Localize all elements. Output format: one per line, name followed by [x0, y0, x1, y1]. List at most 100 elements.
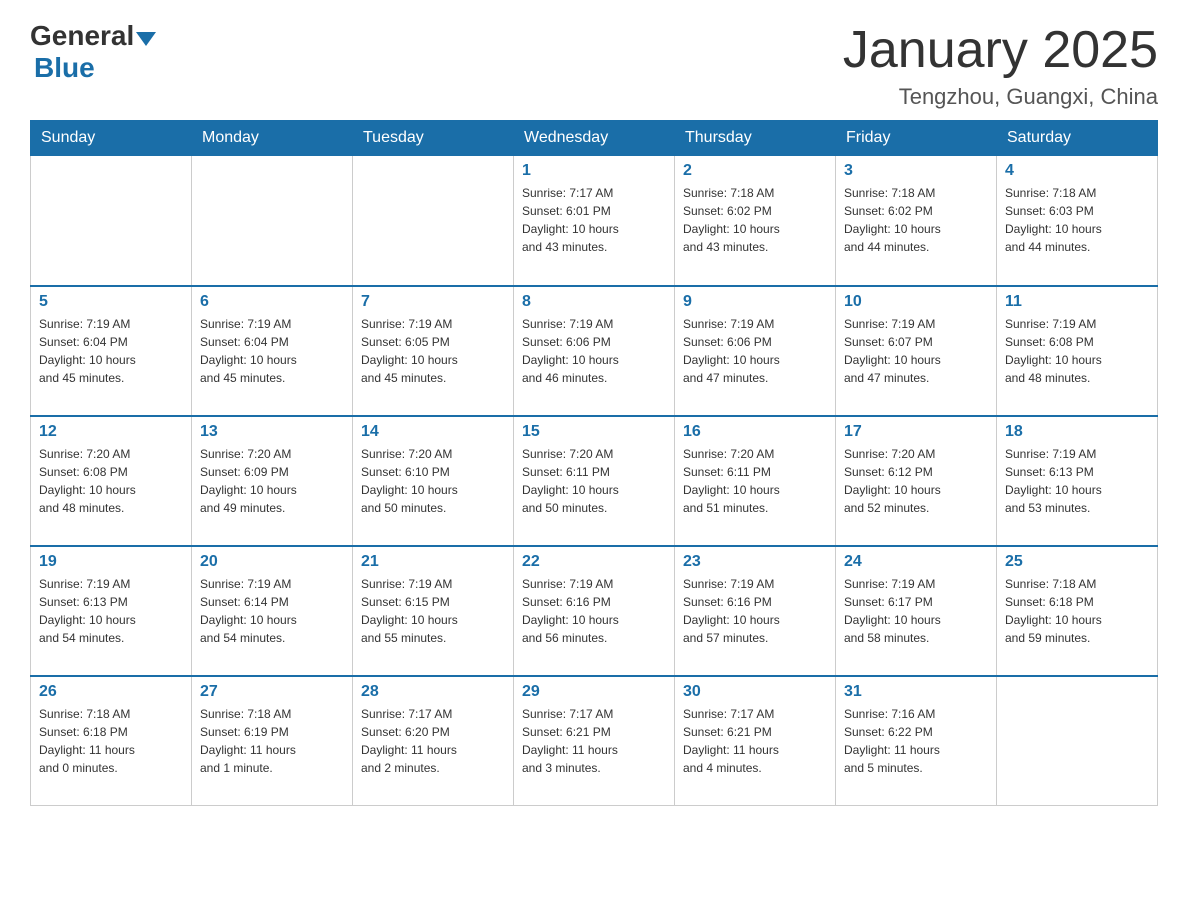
calendar-cell: 2 Sunrise: 7:18 AM Sunset: 6:02 PM Daylig… [675, 156, 836, 286]
title-block: January 2025 Tengzhou, Guangxi, China [843, 20, 1158, 110]
day-number: 14 [361, 423, 505, 441]
calendar-cell: 12 Sunrise: 7:20 AM Sunset: 6:08 PM Dayli… [31, 416, 192, 546]
calendar-cell: 24 Sunrise: 7:19 AM Sunset: 6:17 PM Dayli… [836, 546, 997, 676]
calendar-cell [192, 156, 353, 286]
day-info: Sunrise: 7:19 AM Sunset: 6:17 PM Dayligh… [844, 575, 988, 647]
day-number: 16 [683, 423, 827, 441]
day-info: Sunrise: 7:19 AM Sunset: 6:06 PM Dayligh… [522, 315, 666, 387]
day-number: 28 [361, 683, 505, 701]
calendar-cell: 29Sunrise: 7:17 AM Sunset: 6:21 PM Dayli… [514, 676, 675, 806]
day-number: 6 [200, 293, 344, 311]
calendar-cell: 31Sunrise: 7:16 AM Sunset: 6:22 PM Dayli… [836, 676, 997, 806]
day-info: Sunrise: 7:19 AM Sunset: 6:13 PM Dayligh… [1005, 445, 1149, 517]
day-number: 10 [844, 293, 988, 311]
day-number: 5 [39, 293, 183, 311]
day-info: Sunrise: 7:19 AM Sunset: 6:16 PM Dayligh… [522, 575, 666, 647]
logo: General Blue [30, 20, 156, 84]
calendar-cell: 26 Sunrise: 7:18 AM Sunset: 6:18 PM Dayli… [31, 676, 192, 806]
calendar-week-row: 12 Sunrise: 7:20 AM Sunset: 6:08 PM Dayli… [31, 416, 1158, 546]
calendar-cell: 3 Sunrise: 7:18 AM Sunset: 6:02 PM Daylig… [836, 156, 997, 286]
day-info: Sunrise: 7:18 AM Sunset: 6:03 PM Dayligh… [1005, 184, 1149, 256]
calendar-cell: 4 Sunrise: 7:18 AM Sunset: 6:03 PM Daylig… [997, 156, 1158, 286]
calendar-cell: 7 Sunrise: 7:19 AM Sunset: 6:05 PM Daylig… [353, 286, 514, 416]
calendar-week-row: 19Sunrise: 7:19 AM Sunset: 6:13 PM Dayli… [31, 546, 1158, 676]
calendar-cell: 15Sunrise: 7:20 AM Sunset: 6:11 PM Dayli… [514, 416, 675, 546]
day-number: 1 [522, 162, 666, 180]
day-info: Sunrise: 7:17 AM Sunset: 6:20 PM Dayligh… [361, 705, 505, 777]
day-number: 23 [683, 553, 827, 571]
calendar-cell [353, 156, 514, 286]
calendar-week-row: 5 Sunrise: 7:19 AM Sunset: 6:04 PM Daylig… [31, 286, 1158, 416]
calendar-cell: 28 Sunrise: 7:17 AM Sunset: 6:20 PM Dayli… [353, 676, 514, 806]
day-number: 25 [1005, 553, 1149, 571]
day-info: Sunrise: 7:19 AM Sunset: 6:06 PM Dayligh… [683, 315, 827, 387]
calendar-cell [997, 676, 1158, 806]
day-of-week-header: Sunday [31, 121, 192, 156]
calendar-cell: 5Sunrise: 7:19 AM Sunset: 6:04 PM Daylig… [31, 286, 192, 416]
day-info: Sunrise: 7:17 AM Sunset: 6:01 PM Dayligh… [522, 184, 666, 256]
day-info: Sunrise: 7:18 AM Sunset: 6:02 PM Dayligh… [844, 184, 988, 256]
day-info: Sunrise: 7:19 AM Sunset: 6:08 PM Dayligh… [1005, 315, 1149, 387]
day-number: 27 [200, 683, 344, 701]
calendar-cell: 20 Sunrise: 7:19 AM Sunset: 6:14 PM Dayli… [192, 546, 353, 676]
day-of-week-header: Friday [836, 121, 997, 156]
day-number: 13 [200, 423, 344, 441]
day-number: 29 [522, 683, 666, 701]
calendar-cell: 27Sunrise: 7:18 AM Sunset: 6:19 PM Dayli… [192, 676, 353, 806]
day-of-week-header: Tuesday [353, 121, 514, 156]
day-info: Sunrise: 7:19 AM Sunset: 6:04 PM Dayligh… [200, 315, 344, 387]
calendar-cell: 18 Sunrise: 7:19 AM Sunset: 6:13 PM Dayli… [997, 416, 1158, 546]
calendar-cell: 10 Sunrise: 7:19 AM Sunset: 6:07 PM Dayli… [836, 286, 997, 416]
day-number: 20 [200, 553, 344, 571]
logo-arrow-icon [136, 32, 156, 46]
day-info: Sunrise: 7:18 AM Sunset: 6:18 PM Dayligh… [1005, 575, 1149, 647]
day-of-week-header: Saturday [997, 121, 1158, 156]
calendar-cell: 21Sunrise: 7:19 AM Sunset: 6:15 PM Dayli… [353, 546, 514, 676]
day-info: Sunrise: 7:17 AM Sunset: 6:21 PM Dayligh… [683, 705, 827, 777]
day-info: Sunrise: 7:19 AM Sunset: 6:13 PM Dayligh… [39, 575, 183, 647]
day-number: 12 [39, 423, 183, 441]
day-number: 9 [683, 293, 827, 311]
calendar-cell: 30Sunrise: 7:17 AM Sunset: 6:21 PM Dayli… [675, 676, 836, 806]
day-info: Sunrise: 7:20 AM Sunset: 6:10 PM Dayligh… [361, 445, 505, 517]
day-info: Sunrise: 7:18 AM Sunset: 6:18 PM Dayligh… [39, 705, 183, 777]
day-of-week-header: Monday [192, 121, 353, 156]
day-info: Sunrise: 7:19 AM Sunset: 6:07 PM Dayligh… [844, 315, 988, 387]
calendar-cell: 17Sunrise: 7:20 AM Sunset: 6:12 PM Dayli… [836, 416, 997, 546]
day-number: 26 [39, 683, 183, 701]
calendar-cell: 23Sunrise: 7:19 AM Sunset: 6:16 PM Dayli… [675, 546, 836, 676]
calendar-cell: 9 Sunrise: 7:19 AM Sunset: 6:06 PM Daylig… [675, 286, 836, 416]
day-of-week-header: Wednesday [514, 121, 675, 156]
day-number: 11 [1005, 293, 1149, 311]
day-number: 24 [844, 553, 988, 571]
page-header: General Blue January 2025 Tengzhou, Guan… [30, 20, 1158, 110]
calendar-cell: 11 Sunrise: 7:19 AM Sunset: 6:08 PM Dayli… [997, 286, 1158, 416]
day-info: Sunrise: 7:19 AM Sunset: 6:05 PM Dayligh… [361, 315, 505, 387]
logo-general-text: General [30, 20, 134, 52]
day-number: 18 [1005, 423, 1149, 441]
day-info: Sunrise: 7:20 AM Sunset: 6:11 PM Dayligh… [522, 445, 666, 517]
day-number: 3 [844, 162, 988, 180]
day-number: 2 [683, 162, 827, 180]
day-info: Sunrise: 7:20 AM Sunset: 6:12 PM Dayligh… [844, 445, 988, 517]
day-info: Sunrise: 7:19 AM Sunset: 6:14 PM Dayligh… [200, 575, 344, 647]
calendar-week-row: 26 Sunrise: 7:18 AM Sunset: 6:18 PM Dayli… [31, 676, 1158, 806]
calendar-cell: 1 Sunrise: 7:17 AM Sunset: 6:01 PM Daylig… [514, 156, 675, 286]
day-info: Sunrise: 7:19 AM Sunset: 6:15 PM Dayligh… [361, 575, 505, 647]
calendar-cell: 6 Sunrise: 7:19 AM Sunset: 6:04 PM Daylig… [192, 286, 353, 416]
calendar-cell: 25 Sunrise: 7:18 AM Sunset: 6:18 PM Dayli… [997, 546, 1158, 676]
calendar-cell: 14 Sunrise: 7:20 AM Sunset: 6:10 PM Dayli… [353, 416, 514, 546]
day-number: 31 [844, 683, 988, 701]
day-number: 22 [522, 553, 666, 571]
location-title: Tengzhou, Guangxi, China [843, 84, 1158, 110]
day-number: 7 [361, 293, 505, 311]
calendar-cell: 13 Sunrise: 7:20 AM Sunset: 6:09 PM Dayli… [192, 416, 353, 546]
day-info: Sunrise: 7:18 AM Sunset: 6:02 PM Dayligh… [683, 184, 827, 256]
day-info: Sunrise: 7:20 AM Sunset: 6:11 PM Dayligh… [683, 445, 827, 517]
day-number: 8 [522, 293, 666, 311]
day-info: Sunrise: 7:20 AM Sunset: 6:08 PM Dayligh… [39, 445, 183, 517]
day-number: 4 [1005, 162, 1149, 180]
day-info: Sunrise: 7:20 AM Sunset: 6:09 PM Dayligh… [200, 445, 344, 517]
calendar-cell: 19Sunrise: 7:19 AM Sunset: 6:13 PM Dayli… [31, 546, 192, 676]
calendar-cell: 8 Sunrise: 7:19 AM Sunset: 6:06 PM Daylig… [514, 286, 675, 416]
